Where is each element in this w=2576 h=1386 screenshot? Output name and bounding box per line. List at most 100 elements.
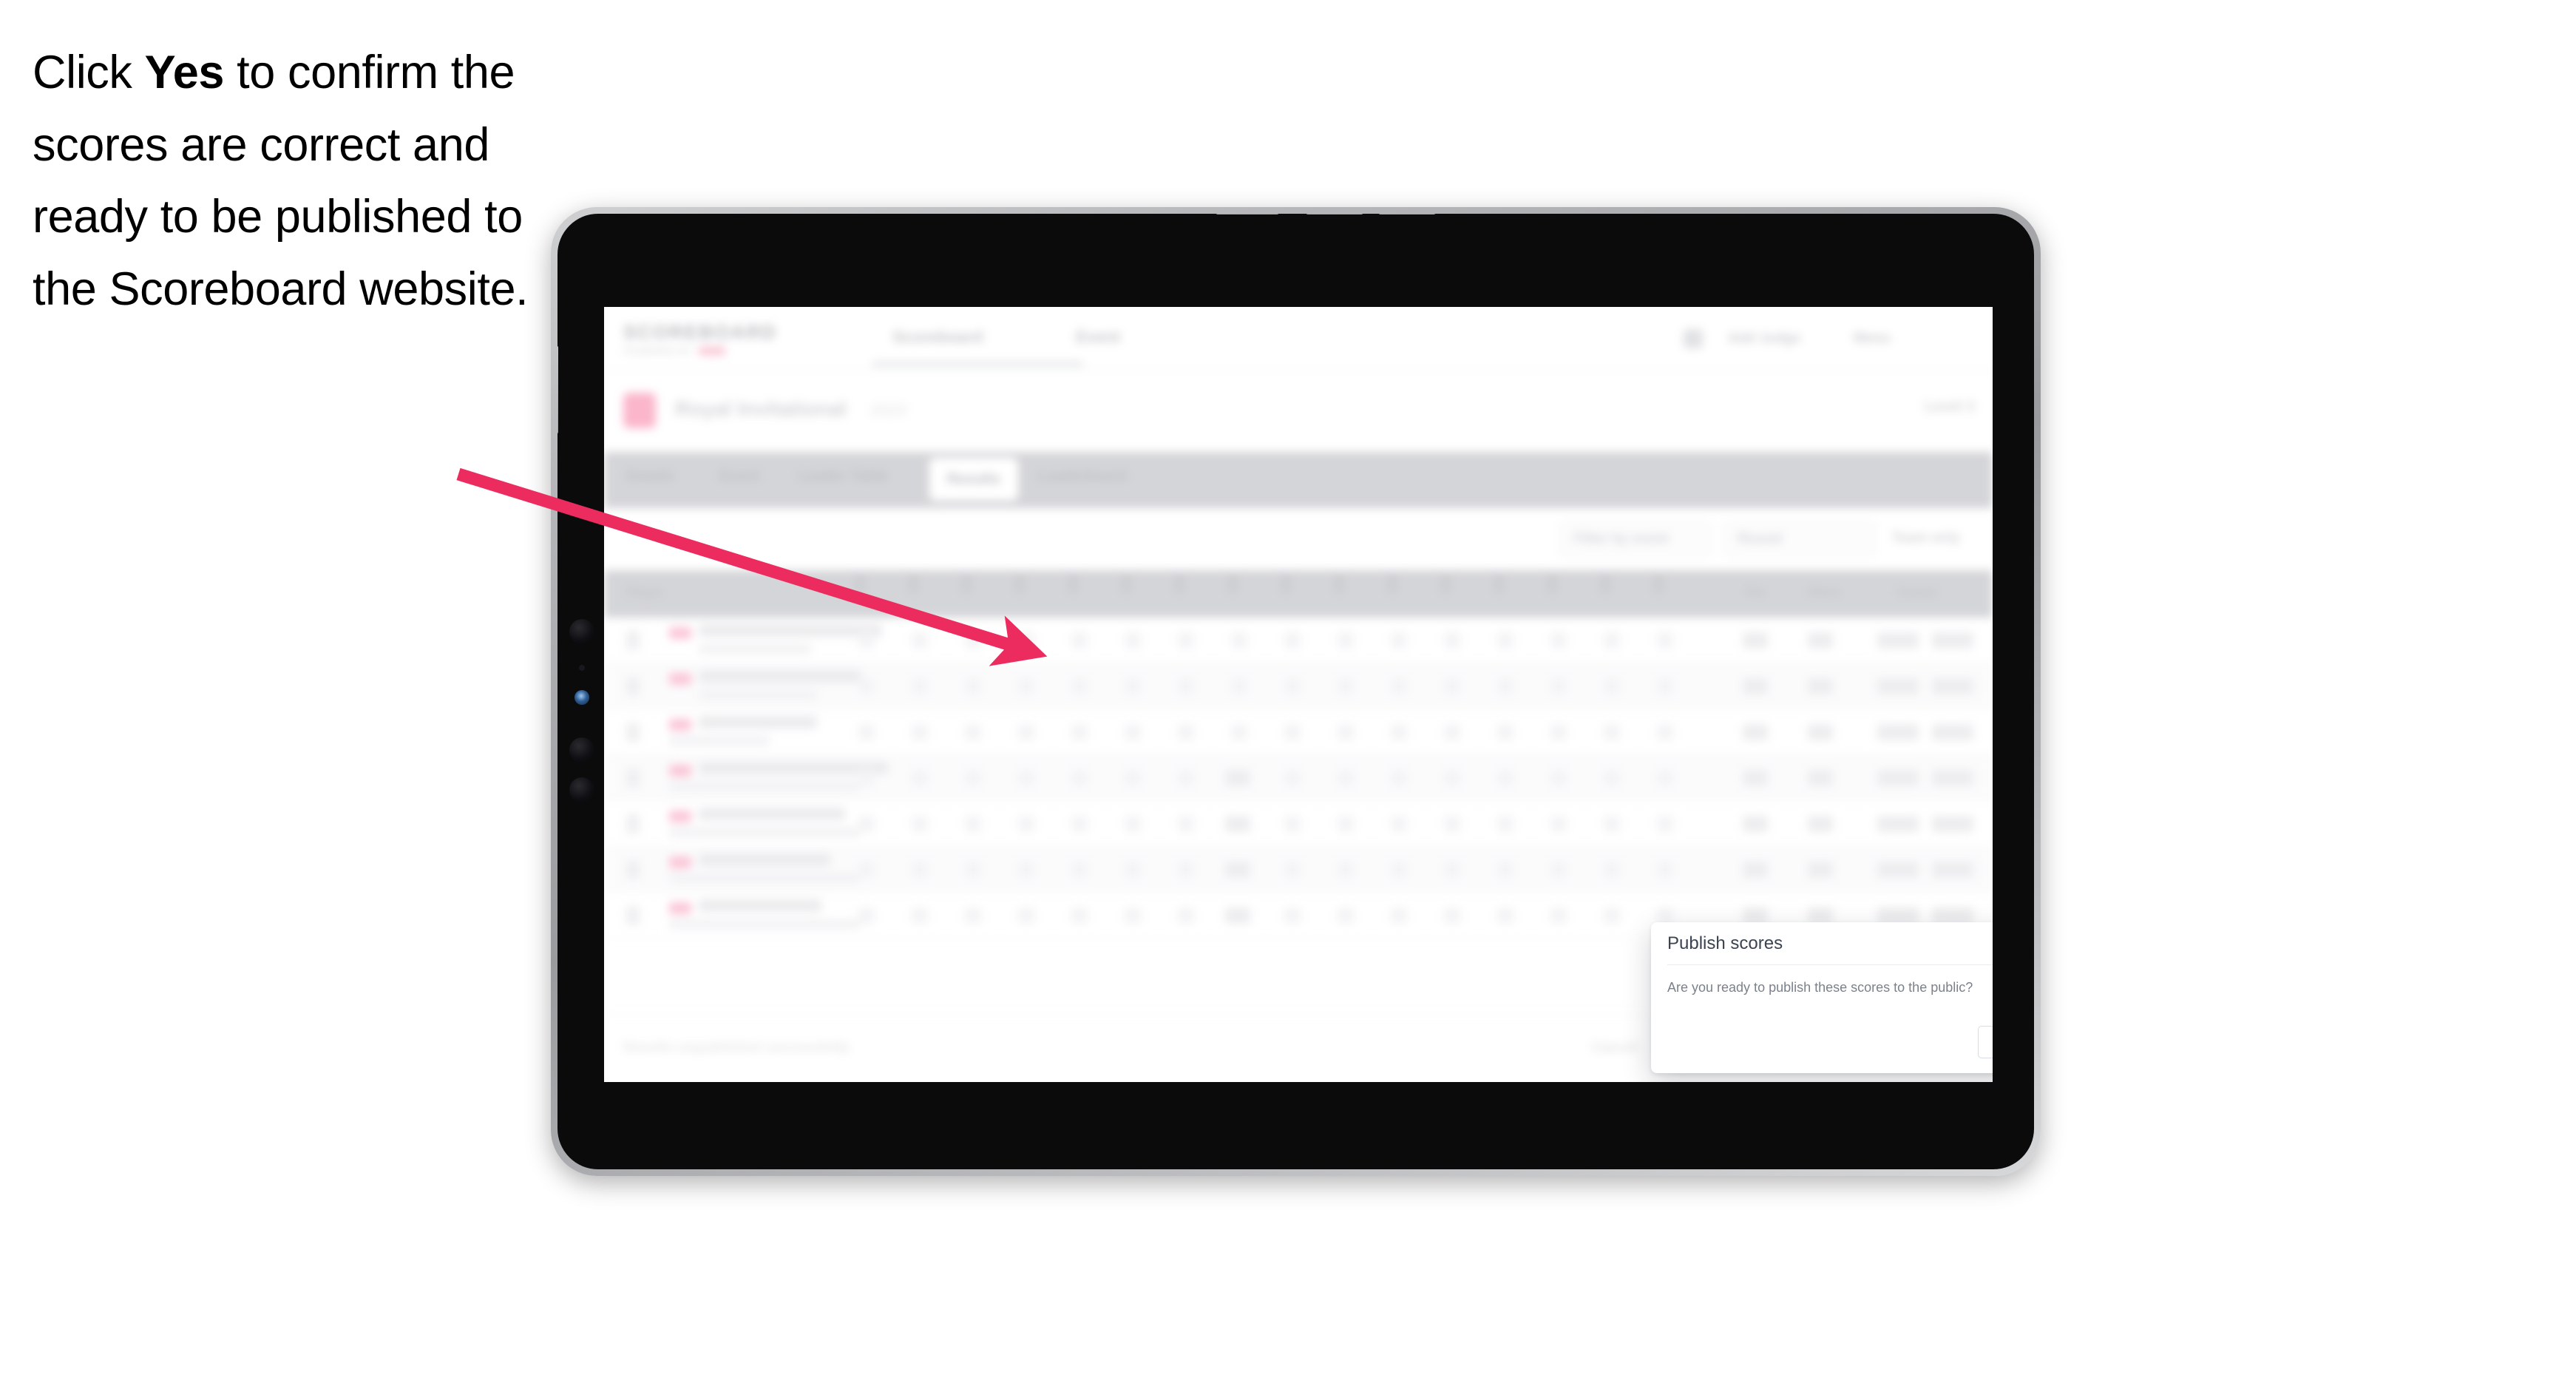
table-header-row: Player Pts Place Cumul. bbox=[604, 570, 1993, 618]
player-club bbox=[669, 736, 770, 746]
tab-results[interactable]: Results bbox=[929, 458, 1018, 501]
event-subtitle: 2023 bbox=[870, 401, 906, 419]
event-logo-icon bbox=[623, 393, 656, 428]
column-header-tick bbox=[1122, 575, 1131, 594]
table-row[interactable] bbox=[604, 847, 1993, 893]
table-body bbox=[604, 618, 1993, 939]
player-club bbox=[699, 690, 817, 700]
column-header-tick bbox=[1228, 575, 1237, 594]
level-badge bbox=[669, 902, 691, 914]
tab-strip: Details Event Leader Table Results Leade… bbox=[604, 452, 1993, 508]
column-header-points: Pts bbox=[1746, 585, 1766, 599]
instruction-prefix: Click bbox=[33, 47, 145, 98]
instruction-callout: Click Yes to confirm the scores are corr… bbox=[33, 37, 565, 326]
add-judge-link[interactable]: Add Judge bbox=[1728, 331, 1800, 347]
column-header-tick bbox=[1654, 575, 1663, 594]
drag-handle-icon[interactable] bbox=[626, 723, 640, 742]
column-header-tick bbox=[1175, 575, 1184, 594]
column-header-place: Place bbox=[1808, 585, 1841, 599]
level-badge bbox=[669, 673, 691, 685]
camera-lens-secondary-icon bbox=[569, 737, 594, 763]
column-header-tick bbox=[909, 575, 918, 594]
filter-row: Filter by event Round Team only bbox=[604, 508, 1993, 570]
column-header-tick bbox=[855, 575, 864, 594]
player-name bbox=[699, 624, 882, 637]
camera-lens-tertiary-icon bbox=[569, 777, 594, 802]
brand-wordmark: SCOREBOARD bbox=[623, 321, 777, 343]
user-avatar[interactable] bbox=[1684, 329, 1703, 348]
player-name bbox=[699, 670, 861, 683]
drag-handle-icon[interactable] bbox=[626, 677, 640, 696]
column-header-tick bbox=[1494, 575, 1503, 594]
table-row[interactable] bbox=[604, 618, 1993, 663]
filter-round-select[interactable]: Round bbox=[1723, 521, 1876, 557]
player-club bbox=[699, 644, 811, 654]
event-title: Royal Invitational bbox=[675, 397, 847, 420]
column-header-cumulative: Cumul. bbox=[1897, 585, 1939, 599]
player-club bbox=[669, 873, 860, 883]
level-badge bbox=[669, 811, 691, 822]
side-button[interactable] bbox=[557, 345, 558, 434]
nav-active-underline bbox=[872, 362, 1083, 366]
camera-lens-icon bbox=[569, 619, 594, 644]
tablet-device: SCOREBOARD POWERED BY Scoreboard Event A… bbox=[551, 207, 2041, 1176]
player-name bbox=[699, 853, 830, 866]
player-club bbox=[669, 828, 860, 837]
column-header-tick bbox=[1335, 575, 1343, 594]
brand-subtitle: POWERED BY bbox=[623, 345, 694, 356]
level-badge bbox=[669, 627, 691, 639]
table-row[interactable] bbox=[604, 755, 1993, 801]
event-level-badge: Level 3 bbox=[1925, 399, 1975, 415]
table-row[interactable] bbox=[604, 709, 1993, 755]
tablet-bezel: SCOREBOARD POWERED BY Scoreboard Event A… bbox=[557, 214, 2034, 1169]
dialog-message: Are you ready to publish these scores to… bbox=[1667, 980, 1973, 995]
player-club bbox=[669, 919, 860, 929]
column-header-tick bbox=[1601, 575, 1610, 594]
player-name bbox=[699, 808, 845, 820]
column-header-tick bbox=[962, 575, 971, 594]
tab-event[interactable]: Event bbox=[719, 468, 759, 485]
filter-event-select[interactable]: Filter by event bbox=[1559, 521, 1712, 557]
column-header-tick bbox=[1548, 575, 1556, 594]
column-header-tick bbox=[1015, 575, 1024, 594]
nav-item-event[interactable]: Event bbox=[1076, 328, 1120, 347]
drag-handle-icon[interactable] bbox=[626, 768, 640, 788]
table-row[interactable] bbox=[604, 663, 1993, 709]
event-header: Royal Invitational 2023 Level 3 bbox=[604, 371, 1993, 452]
player-name bbox=[699, 716, 817, 729]
status-message: Results unpublished successfully bbox=[623, 1040, 850, 1055]
publish-scores-dialog: Publish scores × Are you ready to publis… bbox=[1651, 922, 1993, 1073]
player-name bbox=[699, 899, 821, 912]
microphone-icon bbox=[579, 665, 585, 671]
drag-handle-icon[interactable] bbox=[626, 906, 640, 925]
column-header-tick bbox=[1068, 575, 1077, 594]
cancel-link[interactable]: Cancel bbox=[1592, 1040, 1638, 1056]
tablet-screen: SCOREBOARD POWERED BY Scoreboard Event A… bbox=[604, 307, 1993, 1082]
drag-handle-icon[interactable] bbox=[626, 631, 640, 650]
player-club bbox=[669, 782, 860, 791]
drag-handle-icon[interactable] bbox=[626, 860, 640, 879]
screenshot-root: Click Yes to confirm the scores are corr… bbox=[0, 0, 2576, 1386]
menu-link[interactable]: Menu bbox=[1854, 331, 1891, 347]
tab-leader-table[interactable]: Leader Table bbox=[798, 468, 888, 485]
column-header-tick bbox=[1281, 575, 1290, 594]
app-topbar: SCOREBOARD POWERED BY Scoreboard Event A… bbox=[604, 307, 1993, 371]
instruction-emphasis: Yes bbox=[144, 47, 225, 98]
level-badge bbox=[669, 719, 691, 731]
column-header-tick bbox=[1388, 575, 1397, 594]
column-header-player: Player bbox=[626, 585, 665, 599]
flash-icon bbox=[574, 690, 589, 705]
column-header-tick bbox=[1441, 575, 1450, 594]
filter-team-only-toggle[interactable]: Team only bbox=[1891, 530, 1960, 547]
nav-item-scoreboard[interactable]: Scoreboard bbox=[892, 328, 983, 347]
dialog-actions: Cancel Yes bbox=[1977, 1026, 1993, 1058]
level-badge bbox=[669, 856, 691, 868]
cancel-button[interactable]: Cancel bbox=[1977, 1026, 1993, 1058]
drag-handle-icon[interactable] bbox=[626, 814, 640, 834]
brand-accent-mark bbox=[699, 347, 725, 355]
tab-leaderboard[interactable]: Leaderboard bbox=[1037, 468, 1127, 485]
level-badge bbox=[669, 765, 691, 777]
table-row[interactable] bbox=[604, 801, 1993, 847]
tab-details[interactable]: Details bbox=[626, 468, 675, 485]
camera-cluster bbox=[569, 619, 594, 811]
